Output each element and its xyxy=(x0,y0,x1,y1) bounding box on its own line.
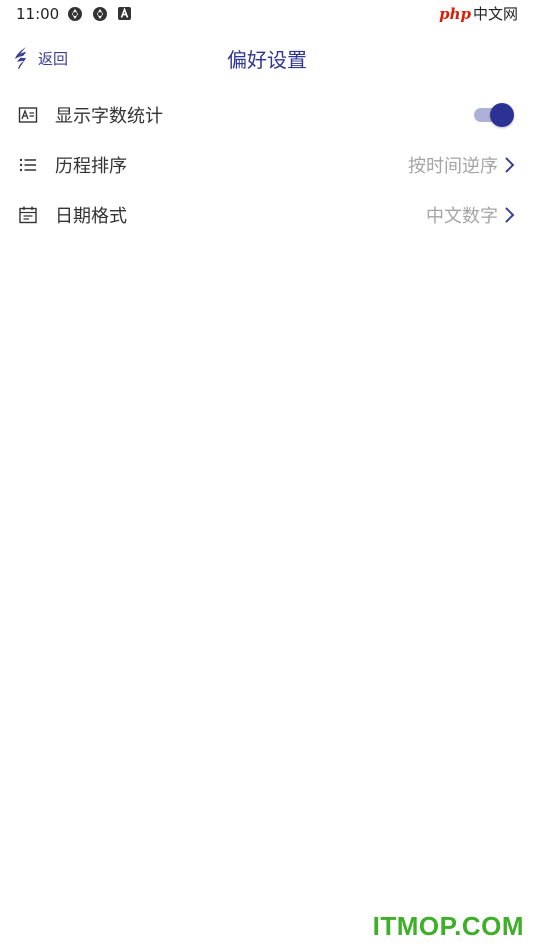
page-title: 偏好设置 xyxy=(227,48,307,72)
text-box-icon xyxy=(18,107,38,123)
list-icon xyxy=(19,158,36,172)
preferences-screen: 11:00 php 中文网 偏好设置 返回 显示字数统计 历程排序 按时间逆序 … xyxy=(0,0,534,950)
back-button[interactable]: 返回 xyxy=(12,44,68,72)
quill-back-icon xyxy=(15,47,26,69)
watermark-php-cn: php 中文网 xyxy=(439,3,518,24)
chevron-right-icon xyxy=(505,157,515,173)
setting-value: 按时间逆序 xyxy=(408,156,498,177)
chevron-right-icon xyxy=(505,207,515,223)
setting-label: 显示字数统计 xyxy=(55,106,163,127)
title-bar: 偏好设置 返回 xyxy=(0,36,534,80)
toggle-thumb xyxy=(490,103,514,127)
setting-date-format[interactable]: 日期格式 中文数字 xyxy=(0,190,534,240)
sync-icon xyxy=(93,7,107,21)
status-bar: 11:00 php 中文网 xyxy=(0,0,534,28)
php-logo-text: php xyxy=(439,4,471,23)
app-a-icon xyxy=(118,7,131,20)
word-count-toggle[interactable] xyxy=(474,103,514,127)
setting-word-count[interactable]: 显示字数统计 xyxy=(0,90,534,140)
back-label: 返回 xyxy=(38,49,69,68)
itmop-watermark: ITMOP.COM xyxy=(372,911,524,941)
php-site-name: 中文网 xyxy=(472,5,518,23)
setting-history-order[interactable]: 历程排序 按时间逆序 xyxy=(0,140,534,190)
setting-label: 日期格式 xyxy=(55,206,127,227)
status-time: 11:00 xyxy=(16,5,60,23)
sync-icon xyxy=(68,7,82,21)
calendar-icon xyxy=(19,206,37,224)
settings-list: 显示字数统计 历程排序 按时间逆序 日期格式 中文数字 xyxy=(0,90,534,240)
setting-value: 中文数字 xyxy=(426,206,498,227)
setting-label: 历程排序 xyxy=(55,156,127,177)
